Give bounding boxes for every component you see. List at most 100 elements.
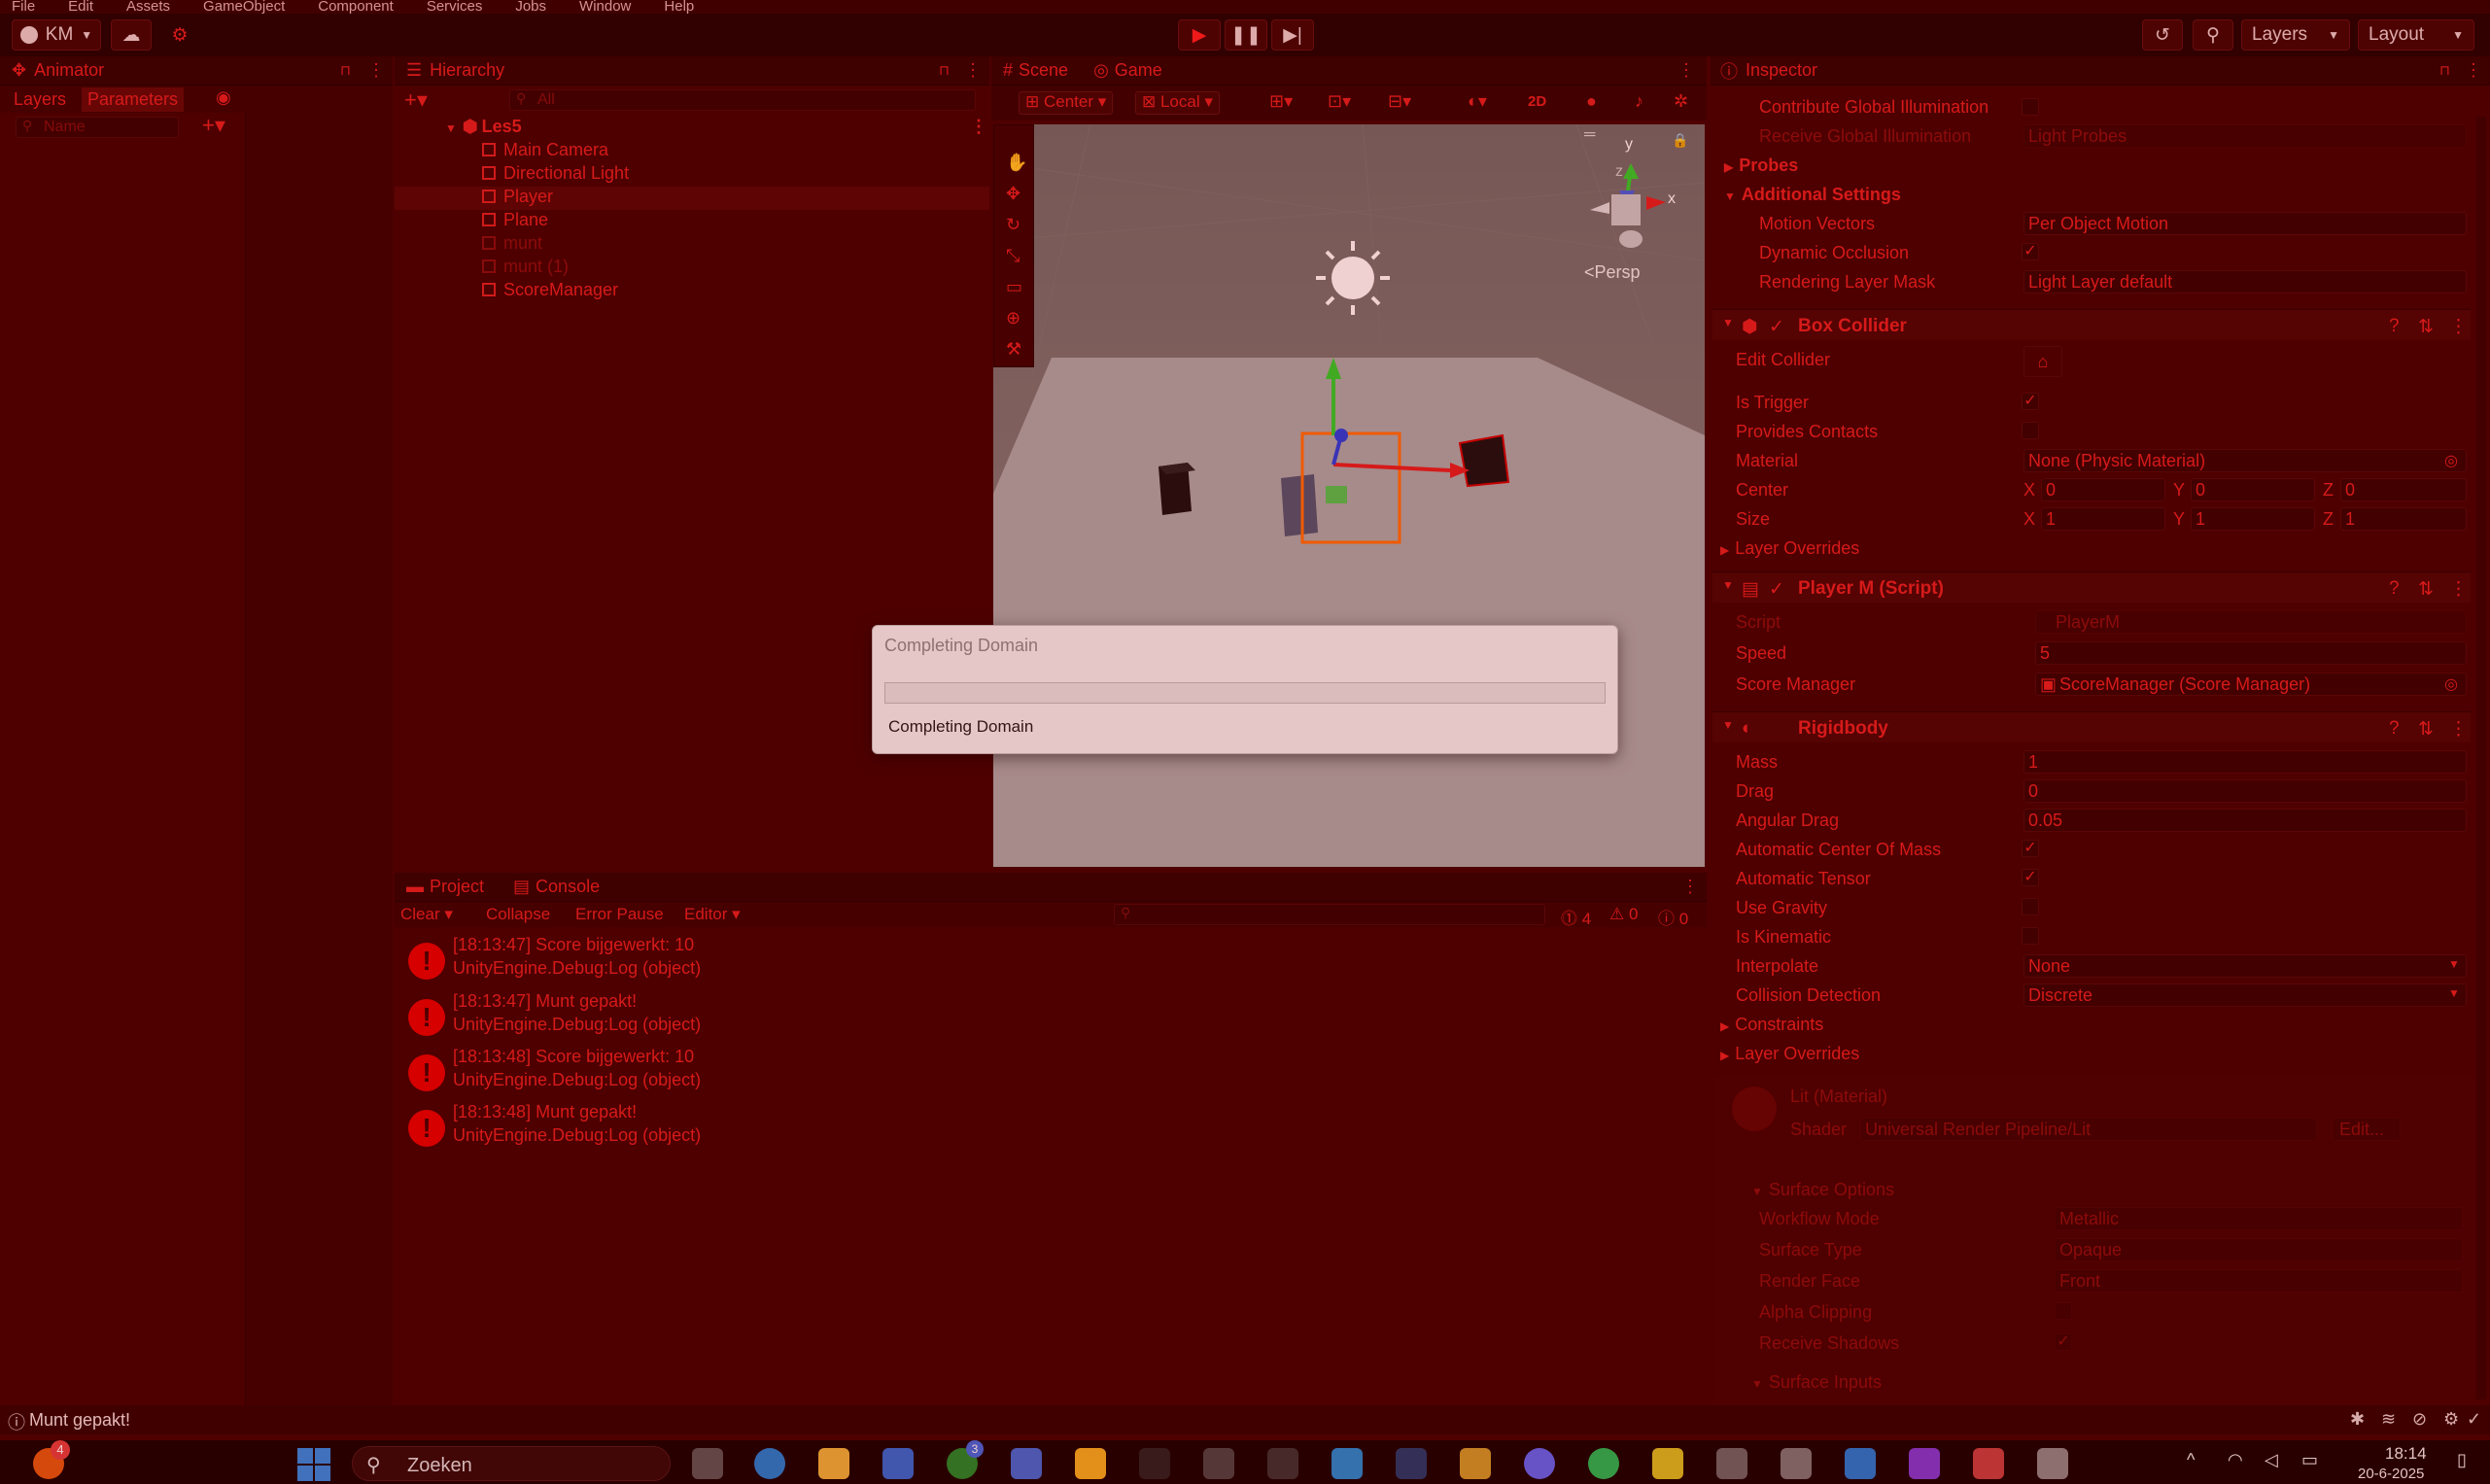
cloud-button[interactable]: ☁ [111,19,152,51]
create-button[interactable]: +▾ [404,87,428,113]
console-entry[interactable]: ! [18:13:47] Score bijgewerkt: 10 UnityE… [397,929,1699,984]
hierarchy-tab[interactable]: ☰ Hierarchy ⊓ ⋮ [395,56,989,86]
settings-icon[interactable]: ⚙ [2443,1409,2459,1430]
rigidbody-header[interactable]: ▼ ◐ Rigidbody ? ⇅ ⋮ [1712,711,2471,742]
lighting-icon[interactable]: ● [1586,91,1597,112]
alpha-clip-checkbox[interactable] [2055,1302,2072,1320]
account-button[interactable]: KM ▼ [12,19,101,51]
scene-root[interactable]: ▼ ⬢ Les5 ⋮ [445,117,987,137]
custom-tool-icon[interactable]: ⚒ [1006,339,1021,360]
more-menu-icon[interactable]: ⋮ [2465,60,2482,81]
grid-snap-icon[interactable]: ⊞▾ [1269,91,1293,112]
history-button[interactable]: ↺ [2142,19,2183,51]
app-icon[interactable] [1267,1448,1298,1479]
more-menu-icon[interactable]: ⋮ [1681,877,1699,897]
probes-foldout[interactable]: ▶ Probes [1724,155,1798,176]
angular-drag-field[interactable]: 0.05 [2023,809,2467,832]
more-menu-icon[interactable]: ⋮ [2449,718,2468,741]
hierarchy-item-munt-1[interactable]: munt (1) [482,257,569,277]
chevron-up-icon[interactable]: ^ [2187,1450,2195,1470]
size-x-field[interactable]: 1 [2041,507,2165,531]
layer-overrides-foldout[interactable]: ▶ Layer Overrides [1720,538,1859,559]
editor-dropdown[interactable]: Editor ▾ [684,905,741,924]
menu-jobs[interactable]: Jobs [515,0,546,14]
pivot-dropdown[interactable]: ⊞ Center ▾ [1019,91,1114,115]
rockstar-icon[interactable] [1075,1448,1106,1479]
notifications-icon[interactable]: ▯ [2457,1450,2467,1470]
menu-assets[interactable]: Assets [126,0,170,14]
menu-edit[interactable]: Edit [68,0,93,14]
size-z-field[interactable]: 1 [2340,507,2467,531]
tab-game[interactable]: ◎ Game [1093,60,1162,81]
grid-icon[interactable]: ⊟▾ [1388,91,1411,112]
move-tool-icon[interactable]: ✥ [1006,184,1020,204]
clear-button[interactable]: Clear ▾ [400,905,453,924]
provides-contacts-checkbox[interactable] [2022,422,2039,439]
app-icon[interactable] [1652,1448,1683,1479]
app-icon[interactable] [1011,1448,1042,1479]
inspector-scrollbar[interactable] [2476,117,2486,1399]
dynamic-occlusion-checkbox[interactable]: ✓ [2022,243,2039,260]
visual-studio-icon[interactable] [1909,1448,1940,1479]
gizmo-menu-icon[interactable]: ═ [1584,126,1595,144]
score-manager-field[interactable]: ▣ ScoreManager (Score Manager) ◎ [2035,673,2467,696]
use-gravity-checkbox[interactable] [2022,898,2039,915]
menu-window[interactable]: Window [579,0,631,14]
layers-dropdown[interactable]: Layers ▼ [2241,19,2350,51]
tab-scene[interactable]: # Scene [1003,60,1068,81]
preset-icon[interactable]: ⇅ [2418,316,2434,338]
motion-vectors-dropdown[interactable]: Per Object Motion [2023,212,2467,235]
effects-icon[interactable]: ✲ [1674,91,1688,112]
toggle-2d-button[interactable]: 2D [1528,93,1546,110]
pause-button[interactable]: ❚❚ [1225,19,1267,51]
collision-dropdown[interactable]: Discrete ▼ [2023,984,2467,1007]
help-icon[interactable]: ? [2389,578,2400,600]
audio-icon[interactable]: ♪ [1635,91,1643,112]
step-button[interactable]: ▶| [1271,19,1314,51]
hierarchy-item-player[interactable]: Player [482,187,553,207]
collab-button[interactable]: ⚙ [159,19,200,51]
clock-date[interactable]: 20-6-2025 [2358,1466,2424,1484]
surface-options-foldout[interactable]: ▼ Surface Options [1751,1180,1894,1200]
center-z-field[interactable]: 0 [2340,478,2467,501]
console-entry[interactable]: ! [18:13:47] Munt gepakt! UnityEngine.De… [397,985,1699,1041]
more-menu-icon[interactable]: ⋮ [964,60,982,81]
menu-help[interactable]: Help [664,0,694,14]
scene-viewport[interactable]: y x z ═ 🔒 <Persp ✋ ✥ ↻ ⤡ ▭ ⊕ ⚒ [993,124,1705,867]
cache-icon[interactable]: ≋ [2381,1409,2396,1430]
gizmo-axis-y[interactable]: y [1625,136,1633,154]
menu-services[interactable]: Services [427,0,483,14]
more-menu-icon[interactable]: ⋮ [2449,316,2468,338]
add-parameter-button[interactable]: +▾ [202,113,225,138]
play-button[interactable]: ▶ [1178,19,1221,51]
shader-dropdown[interactable]: Universal Render Pipeline/Lit [1860,1118,2317,1141]
discord-icon[interactable] [1524,1448,1555,1479]
taskbar-search-input[interactable]: ⚲ Zoeken [352,1446,671,1481]
animator-tab[interactable]: ✥ Animator ⊓ ⋮ [0,56,393,86]
spotify-icon[interactable] [1588,1448,1619,1479]
lock-icon[interactable]: ⊓ [939,62,950,79]
steam-icon[interactable] [1396,1448,1427,1479]
gizmo-axis-x[interactable]: x [1668,190,1676,208]
layer-overrides2-foldout[interactable]: ▶ Layer Overrides [1720,1044,1859,1064]
network-icon[interactable]: ⊘ [2412,1409,2427,1430]
error-count-toggle[interactable]: ⓵ 4 [1561,905,1591,929]
hierarchy-item-directional-light[interactable]: Directional Light [482,163,629,184]
space-dropdown[interactable]: ⊠ Local ▾ [1135,91,1220,115]
epic-games-icon[interactable] [1139,1448,1170,1479]
speed-field[interactable]: 5 [2035,641,2467,665]
tab-project[interactable]: ▬ Project [406,877,484,897]
hierarchy-item-munt[interactable]: munt [482,233,542,254]
debug-icon[interactable]: ✱ [2350,1409,2365,1430]
tab-console[interactable]: ▤ Console [513,877,600,897]
edit-shader-button[interactable]: Edit... [2333,1118,2401,1141]
enabled-checkbox[interactable]: ✓ [1769,578,1784,601]
unity-icon[interactable] [1781,1448,1812,1479]
volume-icon[interactable]: ◁ [2265,1450,2278,1470]
is-kinematic-checkbox[interactable] [2022,927,2039,945]
help-icon[interactable]: ? [2389,718,2400,740]
tab-layers[interactable]: Layers [14,89,66,110]
interpolate-dropdown[interactable]: None ▼ [2023,954,2467,978]
rect-tool-icon[interactable]: ▭ [1006,277,1022,297]
transform-tool-icon[interactable]: ⊕ [1006,308,1020,328]
